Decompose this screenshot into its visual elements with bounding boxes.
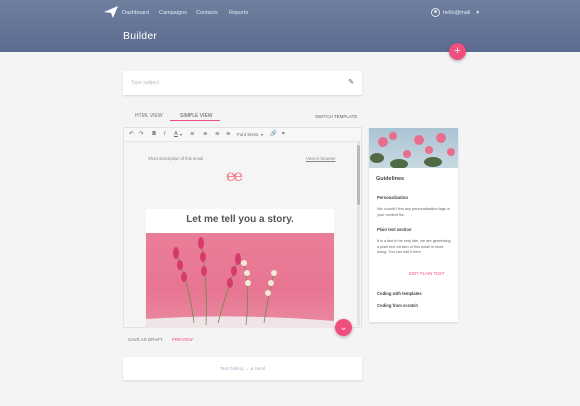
brand-logo: ee — [226, 166, 243, 185]
save-as-draft-button[interactable]: SAVE AS DRAFT — [128, 337, 163, 342]
pencil-edit-icon[interactable]: ✎ — [348, 78, 354, 86]
align-right-icon[interactable]: ≡ — [215, 131, 220, 137]
app-header: Dashboard Campaigns Contacts Reports hel… — [0, 0, 580, 52]
switch-template-button[interactable]: SWITCH TEMPLATE — [315, 114, 357, 119]
active-tab-indicator — [170, 120, 220, 121]
email-headline[interactable]: Let me tell you a story. — [146, 214, 334, 225]
preview-button[interactable]: PREVIEW — [172, 337, 193, 342]
plus-icon: + — [454, 45, 461, 57]
plain-text-header[interactable]: Plain text section — [377, 227, 411, 232]
personalization-text: We couldn't find any personalization tag… — [377, 207, 450, 217]
coding-scratch-item[interactable]: Coding from scratch — [377, 303, 418, 308]
nav-campaigns[interactable]: Campaigns — [159, 10, 187, 16]
chevron-down-icon: ⌄ — [339, 322, 348, 332]
add-button[interactable]: + — [449, 43, 466, 60]
font-sizes-dropdown[interactable]: Font Sizes — [237, 132, 258, 137]
view-in-browser-link[interactable]: View in browser — [306, 156, 335, 161]
editor-scrollbar-thumb[interactable] — [357, 145, 360, 205]
guidelines-image — [369, 128, 458, 168]
guidelines-title: Guidelines — [376, 176, 405, 182]
subject-field[interactable]: Type subject ✎ — [123, 71, 362, 95]
page-title: Builder — [123, 30, 158, 42]
flowers-image[interactable] — [146, 233, 334, 328]
tab-simple-view[interactable]: SIMPLE VIEW — [180, 113, 213, 119]
align-justify-icon[interactable]: ≡ — [226, 131, 231, 137]
personalization-header[interactable]: Personalization — [377, 195, 408, 200]
flowers-photo — [370, 132, 455, 168]
italic-icon[interactable]: I — [164, 131, 166, 137]
user-avatar-icon — [431, 8, 440, 17]
align-center-icon[interactable]: ≡ — [203, 131, 208, 137]
nav-reports[interactable]: Reports — [229, 10, 248, 16]
editor-toolbar: ↶ ↷ B I A ▾ ≡ ≡ ≡ ≡ Font Sizes ▾ 🔗 ⚭ — [124, 128, 361, 142]
flowers-illustration — [146, 237, 334, 328]
edit-plain-text-link[interactable]: EDIT PLAIN TEXT — [409, 271, 444, 276]
link-icon[interactable]: 🔗 — [270, 131, 277, 137]
test-send-label: Test Gallery → & Send — [219, 366, 266, 371]
tab-html-view[interactable]: HTML VIEW — [135, 113, 163, 119]
user-menu[interactable]: hello@mail ▼ — [431, 8, 480, 17]
email-description: Short description of this email — [148, 156, 203, 161]
font-sizes-chevron-icon: ▾ — [261, 132, 264, 137]
chevron-down-icon: ▼ — [475, 9, 481, 16]
nav-contacts[interactable]: Contacts — [196, 10, 218, 16]
font-color-icon[interactable]: A — [174, 131, 178, 137]
align-left-icon[interactable]: ≡ — [190, 131, 195, 137]
coding-templates-item[interactable]: Coding with templates — [377, 291, 422, 296]
undo-icon[interactable]: ↶ — [129, 131, 134, 137]
subject-placeholder: Type subject — [131, 80, 160, 86]
nav-dashboard[interactable]: Dashboard — [122, 10, 149, 16]
bold-icon[interactable]: B — [152, 131, 156, 137]
test-send-card[interactable]: Test Gallery → & Send — [123, 357, 362, 380]
paper-plane-logo-icon[interactable] — [104, 6, 118, 18]
unlink-icon[interactable]: ⚭ — [281, 131, 286, 137]
user-email: hello@mail — [443, 9, 471, 16]
scroll-down-button[interactable]: ⌄ — [335, 319, 352, 336]
redo-icon[interactable]: ↷ — [139, 131, 144, 137]
color-dropdown-icon[interactable]: ▾ — [180, 132, 182, 137]
plain-text-description: It is a fact to be very late, we are gen… — [377, 239, 451, 254]
